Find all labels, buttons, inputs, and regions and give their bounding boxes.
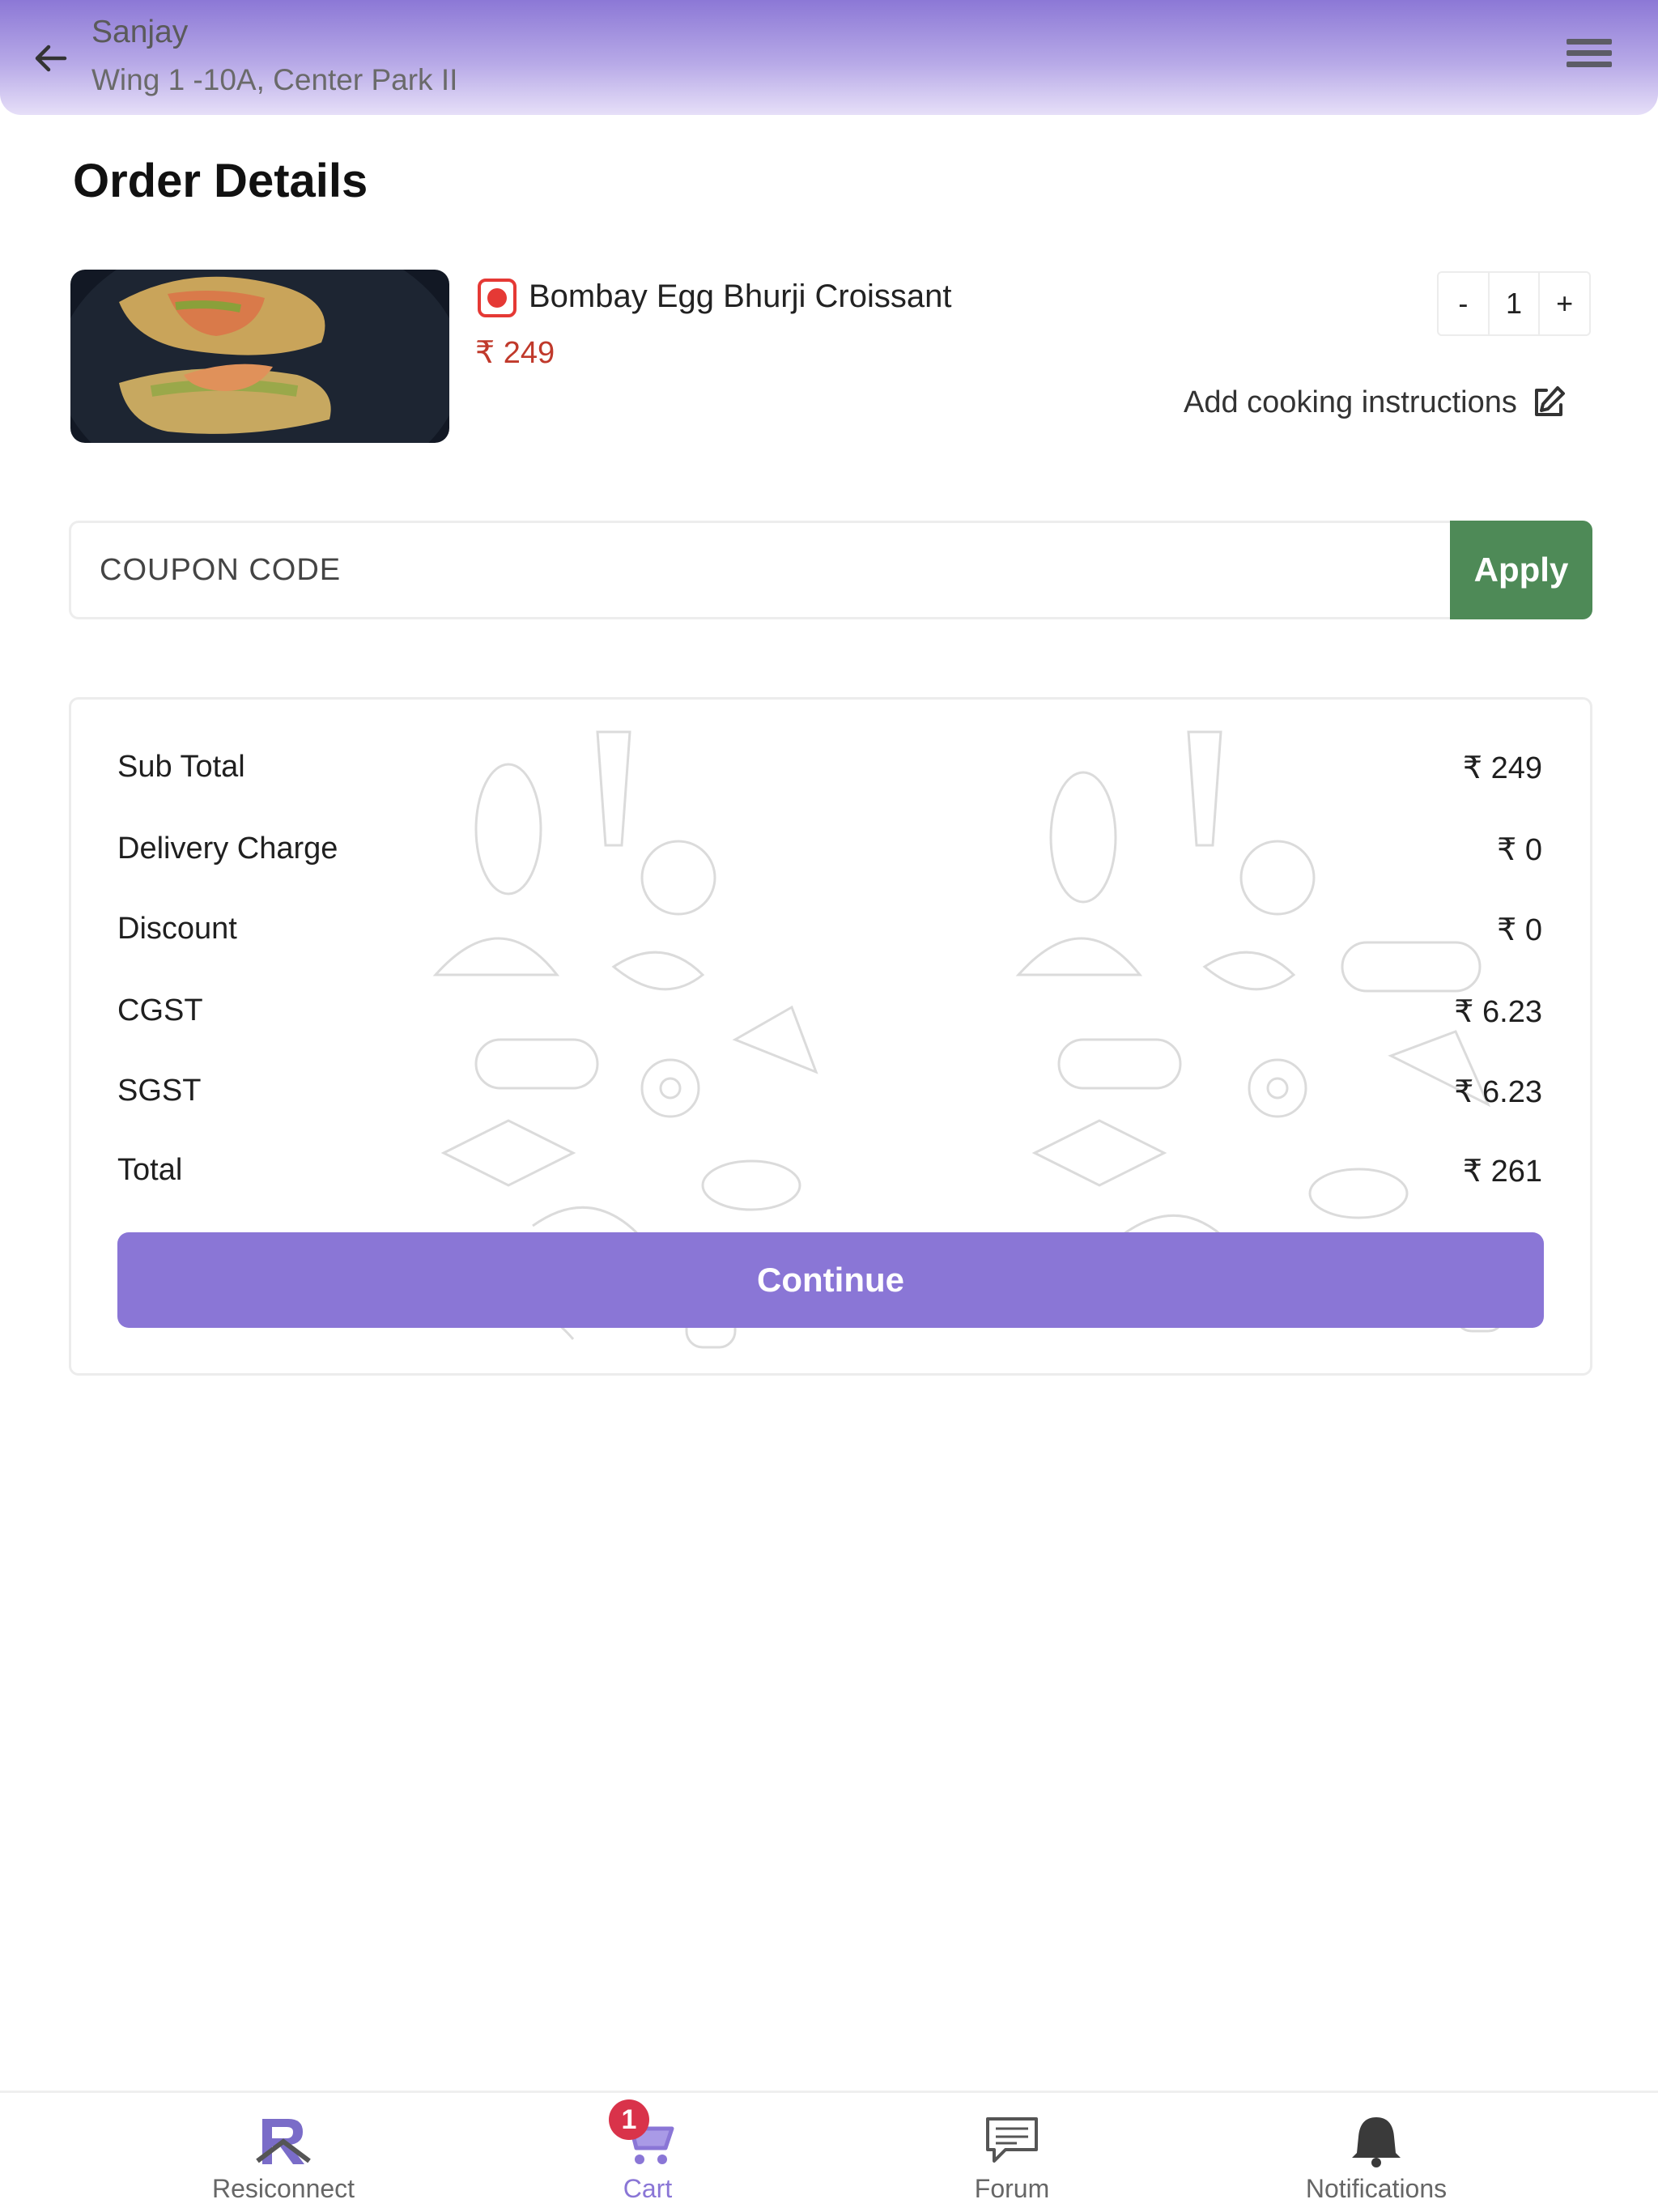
app-header: Sanjay Wing 1 -10A, Center Park II (0, 0, 1658, 115)
summary-value: ₹ 0 (1497, 833, 1542, 867)
quantity-value: 1 (1487, 273, 1541, 334)
nav-label: Resiconnect (211, 2174, 355, 2203)
nav-item-forum[interactable]: Forum (891, 2093, 1133, 2212)
summary-row-sgst: SGST ₹ 6.23 (117, 1074, 1542, 1122)
summary-row-cgst: CGST ₹ 6.23 (117, 993, 1542, 1042)
coupon-box: Apply (69, 521, 1592, 619)
resiconnect-logo-icon (256, 2119, 311, 2164)
cart-count-badge: 1 (609, 2099, 649, 2140)
summary-value: ₹ 249 (1462, 751, 1542, 785)
decrement-button[interactable]: - (1439, 273, 1488, 334)
nav-item-resiconnect[interactable]: Resiconnect (162, 2093, 405, 2212)
summary-value: ₹ 261 (1462, 1155, 1542, 1189)
summary-label: Discount (117, 912, 237, 946)
non-veg-indicator-icon (478, 279, 517, 317)
item-price: ₹ 249 (475, 336, 555, 370)
bottom-navigation: Resiconnect 1 Cart Forum Notifications (0, 2091, 1658, 2212)
bill-summary-card: Sub Total ₹ 249 Delivery Charge ₹ 0 Disc… (69, 697, 1592, 1376)
nav-label: Notifications (1305, 2174, 1448, 2203)
nav-label: Forum (974, 2174, 1050, 2203)
edit-icon[interactable] (1530, 384, 1567, 421)
summary-row-total: Total ₹ 261 (117, 1153, 1542, 1202)
summary-value: ₹ 6.23 (1454, 995, 1542, 1029)
user-name: Sanjay (91, 15, 189, 49)
summary-label: Total (117, 1153, 183, 1187)
user-address: Wing 1 -10A, Center Park II (91, 63, 458, 96)
summary-row-subtotal: Sub Total ₹ 249 (117, 750, 1542, 798)
summary-label: Sub Total (117, 750, 245, 784)
summary-row-delivery-charge: Delivery Charge ₹ 0 (117, 832, 1542, 880)
page-title: Order Details (73, 155, 368, 207)
chat-icon (986, 2117, 1038, 2163)
coupon-code-input[interactable] (71, 523, 1448, 617)
nav-label: Cart (623, 2174, 673, 2203)
bell-icon (1352, 2117, 1401, 2167)
item-image (70, 270, 449, 443)
item-name: Bombay Egg Bhurji Croissant (529, 279, 952, 314)
summary-label: SGST (117, 1074, 202, 1108)
increment-button[interactable]: + (1540, 273, 1589, 334)
summary-value: ₹ 6.23 (1454, 1075, 1542, 1109)
quantity-stepper[interactable]: - 1 + (1437, 271, 1591, 336)
nav-item-cart[interactable]: 1 Cart (526, 2093, 769, 2212)
summary-value: ₹ 0 (1497, 913, 1542, 947)
apply-coupon-button[interactable]: Apply (1450, 521, 1592, 619)
hamburger-menu-icon[interactable] (1567, 39, 1612, 76)
summary-label: CGST (117, 993, 203, 1027)
nav-item-notifications[interactable]: Notifications (1255, 2093, 1498, 2212)
summary-label: Delivery Charge (117, 832, 338, 866)
back-arrow-icon[interactable] (29, 37, 71, 79)
summary-row-discount: Discount ₹ 0 (117, 912, 1542, 960)
add-cooking-instructions-link[interactable]: Add cooking instructions (1184, 385, 1517, 420)
continue-button[interactable]: Continue (117, 1232, 1544, 1328)
